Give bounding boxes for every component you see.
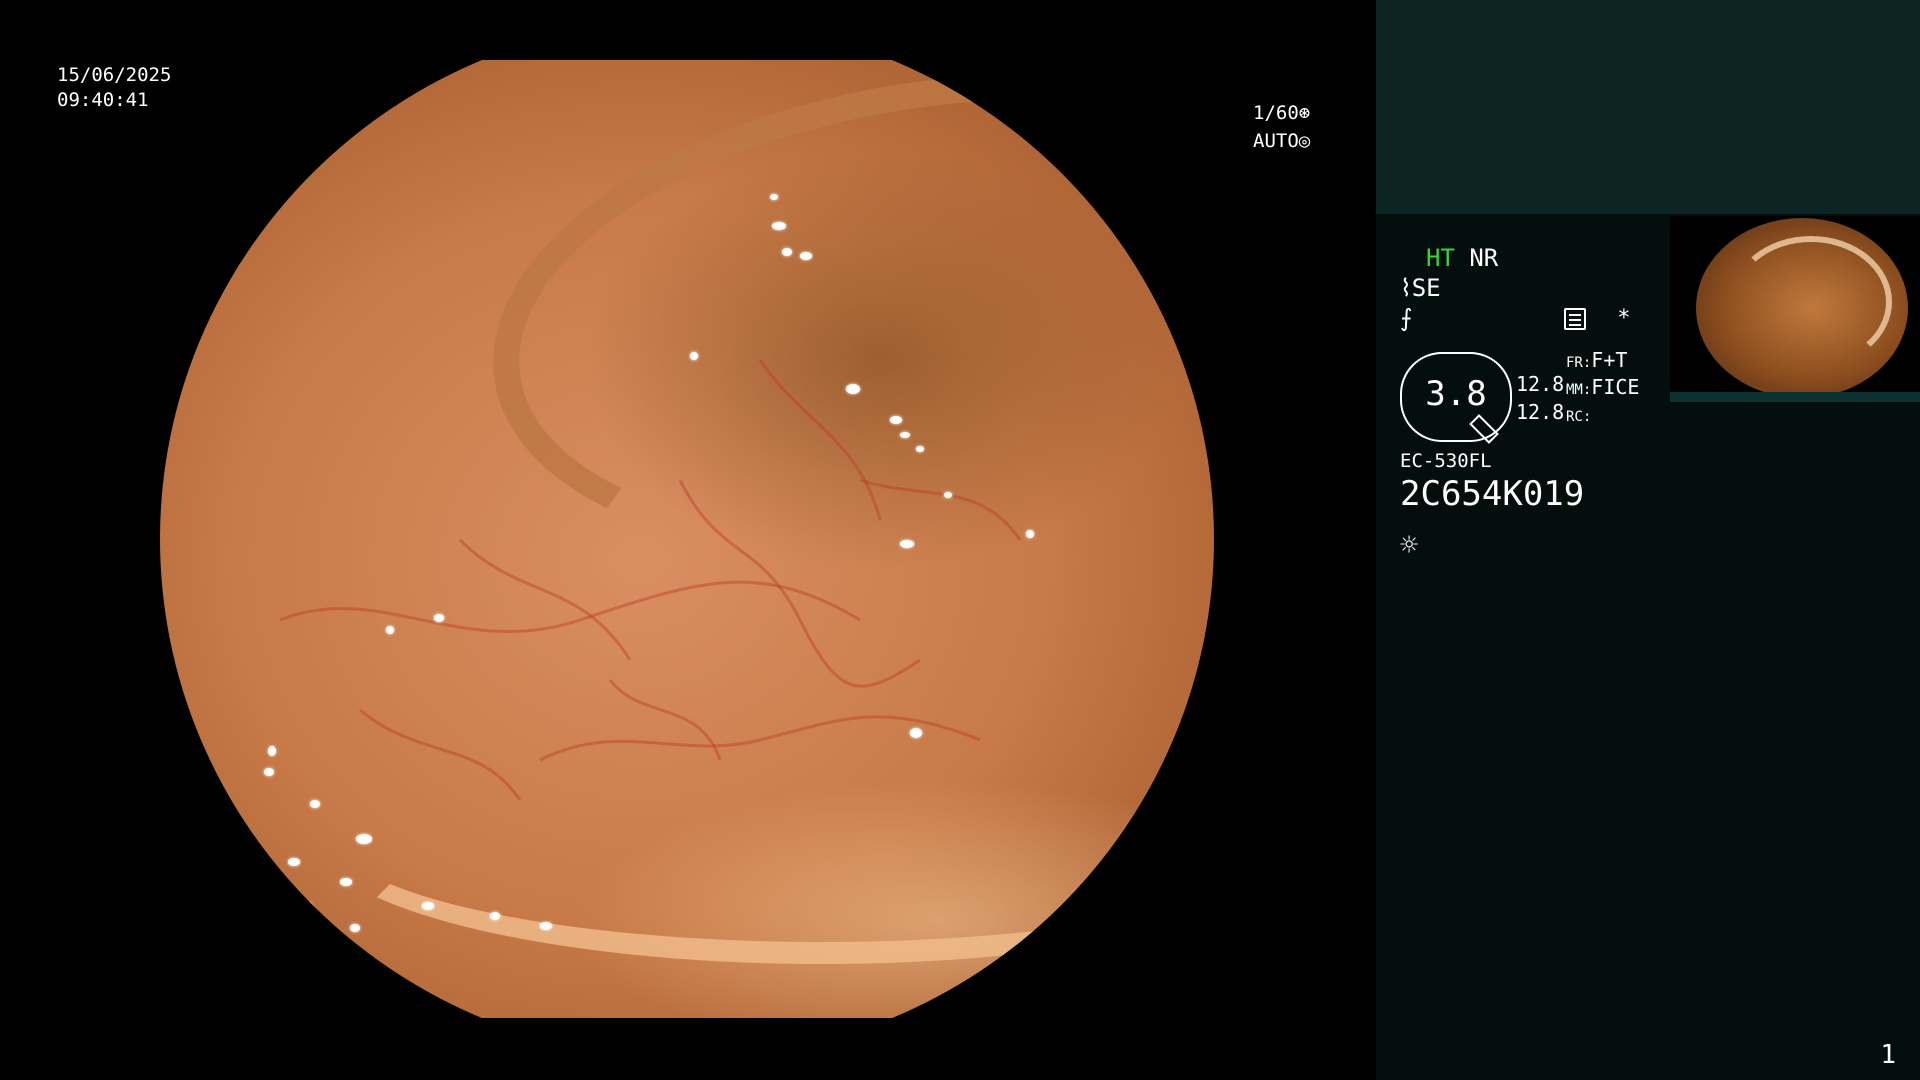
- gauge-value: 3.8: [1425, 374, 1487, 414]
- light-reflection: [800, 252, 812, 260]
- light-reflection: [340, 878, 352, 886]
- gauge-indicator-icon: [1469, 414, 1499, 444]
- light-reflection: [944, 492, 952, 498]
- light-reflection: [846, 384, 860, 394]
- info-panel: HT NR ⌇SE ⨍ * 3.8 12.8 12.8 FR:F+T MM:FI…: [1376, 0, 1920, 1080]
- light-reflection: [910, 728, 922, 738]
- numeric-values: 12.8 12.8: [1516, 370, 1564, 426]
- light-reflection: [890, 416, 902, 424]
- se-label: SE: [1411, 274, 1441, 302]
- sun-icon: ☼: [1400, 528, 1419, 563]
- light-reflection: [770, 194, 778, 200]
- aperture-icon: ⊛: [1298, 102, 1311, 124]
- page-number: 1: [1880, 1040, 1896, 1070]
- scope-serial: 2C654K019: [1400, 474, 1585, 514]
- mode-ht: HT: [1426, 244, 1455, 272]
- sharpness-icon: ⨍: [1400, 304, 1413, 332]
- mm-value: FICE: [1591, 375, 1640, 399]
- zoom-gauge: 3.8: [1400, 352, 1512, 444]
- light-reflection: [1026, 530, 1034, 538]
- thumbnail-fold: [1730, 236, 1892, 368]
- endoscope-view: 15/06/2025 09:40:41 1/60⊛ AUTO◎: [0, 0, 1376, 1080]
- vascular-pattern: [279, 359, 1022, 801]
- light-reflection: [900, 540, 914, 548]
- exposure-readout: 1/60⊛ AUTO◎: [1253, 99, 1310, 155]
- date: 15/06/2025: [57, 64, 172, 86]
- star-marker: *: [1617, 306, 1631, 331]
- scope-model: EC-530FL: [1400, 450, 1492, 472]
- shutter-speed: 1/60: [1253, 102, 1299, 124]
- fr-label: FR:: [1566, 355, 1592, 371]
- exposure-mode: AUTO: [1253, 130, 1299, 152]
- value-1: 12.8: [1516, 372, 1565, 396]
- time: 09:40:41: [57, 89, 149, 111]
- light-reflection: [690, 352, 698, 360]
- endoscopic-image: [160, 60, 1214, 1018]
- light-reflection: [540, 922, 552, 930]
- status-icons: *: [1564, 306, 1631, 331]
- light-reflection: [356, 834, 372, 844]
- light-reflection: [350, 924, 360, 932]
- light-reflection: [772, 222, 786, 230]
- iris-icon: ◎: [1298, 130, 1311, 152]
- menu-box-icon: [1564, 308, 1586, 330]
- mode-nr: NR: [1469, 244, 1499, 272]
- processing-settings: FR:F+T MM:FICE RC:: [1566, 348, 1639, 429]
- date-time-readout: 15/06/2025 09:40:41: [57, 63, 171, 113]
- light-reflection: [386, 626, 394, 634]
- structure-enhance: ⌇SE: [1400, 274, 1441, 302]
- capture-thumbnail[interactable]: [1670, 216, 1920, 402]
- light-reflection: [288, 858, 300, 866]
- light-reflection: [490, 912, 500, 920]
- light-reflection: [268, 746, 276, 756]
- fr-value: F+T: [1591, 348, 1628, 372]
- rc-label: RC:: [1566, 409, 1592, 425]
- curve-enhance-icon: ⌇: [1400, 274, 1412, 302]
- thumbnail-bar: [1670, 392, 1920, 402]
- light-reflection: [422, 902, 434, 910]
- light-reflection: [264, 768, 274, 776]
- mm-label: MM:: [1566, 382, 1592, 398]
- light-reflection: [900, 432, 910, 438]
- value-2: 12.8: [1516, 400, 1565, 424]
- panel-header-area: [1376, 0, 1920, 214]
- light-reflection: [782, 248, 792, 256]
- mode-indicator: HT NR: [1426, 244, 1498, 272]
- light-reflection: [916, 446, 924, 452]
- light-reflection: [302, 902, 312, 910]
- light-reflection: [310, 800, 320, 808]
- light-reflection: [434, 614, 444, 622]
